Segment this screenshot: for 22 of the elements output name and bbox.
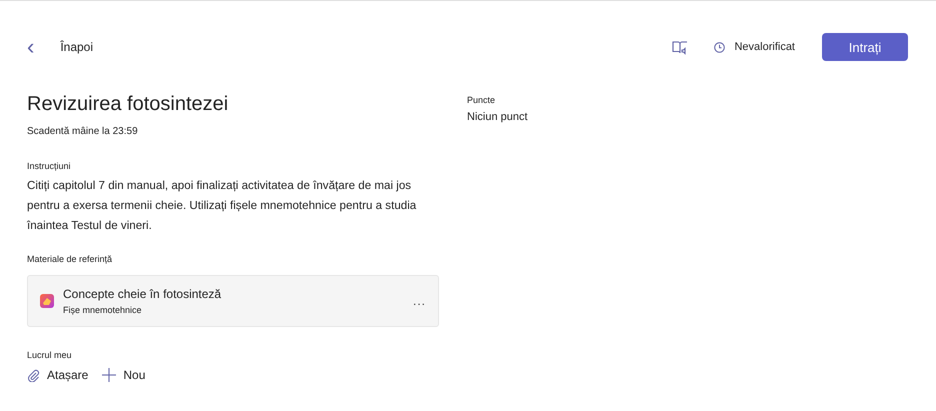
points-label: Puncte: [467, 95, 496, 105]
reference-card[interactable]: Concepte cheie în fotosinteză Fișe mnemotehnice ...: [27, 275, 439, 327]
more-options-button[interactable]: ...: [412, 294, 426, 308]
new-button[interactable]: Nou: [102, 368, 146, 382]
section-label: Lucrul meu: [27, 350, 73, 360]
attach-button[interactable]: Atașare: [27, 368, 88, 382]
plus-icon: [102, 368, 116, 382]
paperclip-icon: [27, 368, 40, 382]
flashcards-app-icon: [40, 294, 54, 308]
instructions-text: Citiți capitolul 7 din manual, apoi finalizați activitatea de învățare de mai jos pentru a exersa termenii cheie. Utilizați fișele mnemotehnice pentru a studia înaintea Testul de vineri.: [27, 178, 418, 234]
points-value: Niciun punct: [467, 111, 528, 123]
grading-status: Nevalorificat: [734, 41, 795, 53]
section-label: Materiale de referință: [27, 254, 114, 264]
immersive-reader-icon[interactable]: [672, 40, 688, 54]
assignment-title: Revizuirea fotosintezei: [27, 93, 230, 116]
submit-button[interactable]: Intrați: [822, 33, 908, 61]
due-date: Scadentă mâine la 23:59: [27, 126, 139, 137]
section-label: Instrucțiuni: [27, 161, 72, 171]
reference-type: Fișe mnemotehnice: [63, 305, 143, 315]
reference-title: Concepte cheie în fotosinteză: [63, 287, 222, 301]
back-button[interactable]: ‹ Înapoi: [27, 36, 94, 58]
clock-icon: [714, 42, 726, 52]
